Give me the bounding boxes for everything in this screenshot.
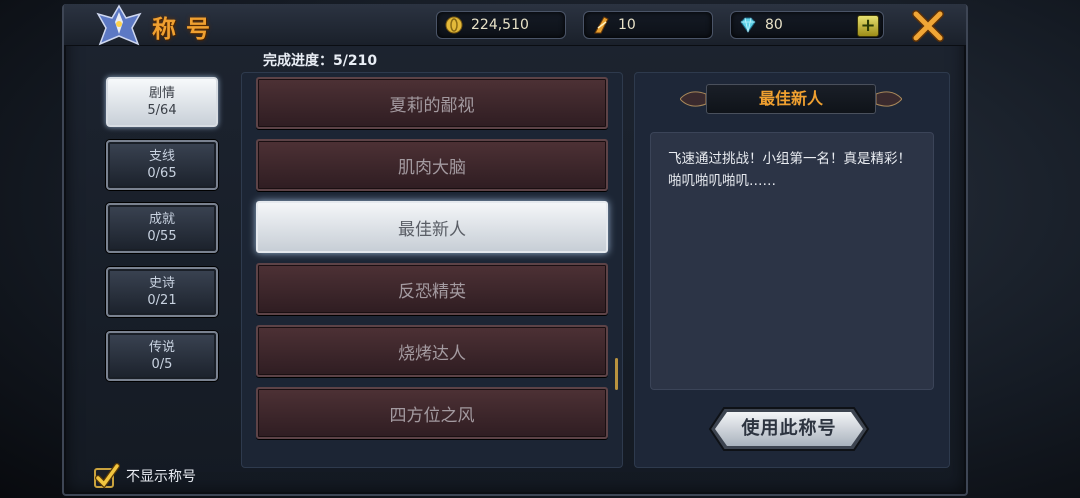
emblem-icon	[96, 4, 142, 46]
tab-count: 0/21	[147, 293, 177, 308]
tab-count: 0/55	[147, 229, 177, 244]
use-title-button[interactable]: 使用此称号	[708, 406, 870, 452]
tab-label: 传说	[148, 340, 175, 355]
close-icon[interactable]	[910, 8, 946, 44]
tab-legend[interactable]: 传说 0/5	[106, 331, 218, 381]
list-item[interactable]: 反恐精英	[256, 263, 608, 315]
list-item[interactable]: 肌肉大脑	[256, 139, 608, 191]
tab-side-quest[interactable]: 支线 0/65	[106, 140, 218, 190]
title-description: 飞速通过挑战！小组第一名！真是精彩！啪叽啪叽啪叽……	[668, 151, 911, 189]
gem-amount: 80	[765, 17, 783, 33]
tab-label: 成就	[148, 212, 175, 227]
fuel-amount: 10	[618, 17, 636, 33]
gold-amount: 224,510	[471, 17, 529, 33]
list-scrollbar[interactable]	[615, 358, 618, 390]
selected-title-name: 最佳新人	[706, 84, 876, 114]
hide-title-toggle[interactable]: 不显示称号	[92, 462, 232, 490]
tab-count: 0/65	[147, 166, 177, 181]
gold-counter: 224,510	[436, 11, 566, 39]
list-item[interactable]: 夏莉的鄙视	[256, 77, 608, 129]
fuel-flag-icon	[592, 16, 610, 34]
tab-story[interactable]: 剧情 5/64	[106, 77, 218, 127]
title-list[interactable]: 夏莉的鄙视 肌肉大脑 最佳新人 反恐精英 烧烤达人 四方位之风	[241, 72, 623, 468]
add-gems-button[interactable]: +	[857, 15, 879, 37]
list-item[interactable]: 四方位之风	[256, 387, 608, 439]
gold-coin-icon	[445, 16, 463, 34]
tab-count: 0/5	[151, 357, 173, 372]
list-item-selected[interactable]: 最佳新人	[256, 201, 608, 253]
use-title-label: 使用此称号	[741, 418, 837, 439]
tab-label: 剧情	[148, 86, 175, 101]
tab-count: 5/64	[147, 103, 177, 118]
hide-title-label: 不显示称号	[126, 469, 196, 485]
gem-icon	[739, 16, 757, 34]
checkbox-checked-icon[interactable]	[92, 462, 120, 490]
page-title: 称号	[152, 15, 220, 43]
tab-label: 史诗	[148, 276, 175, 291]
tab-epic[interactable]: 史诗 0/21	[106, 267, 218, 317]
fuel-counter: 10	[583, 11, 713, 39]
tab-label: 支线	[148, 149, 175, 164]
completion-progress: 完成进度：5/210	[263, 53, 378, 69]
list-item[interactable]: 烧烤达人	[256, 325, 608, 377]
tab-achievement[interactable]: 成就 0/55	[106, 203, 218, 253]
